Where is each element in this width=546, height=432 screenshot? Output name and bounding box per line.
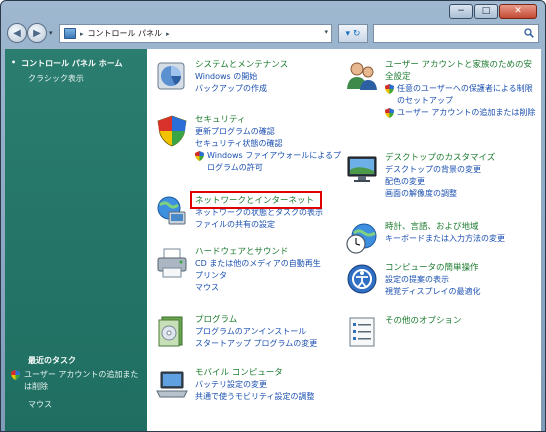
main-content: • コントロール パネル ホーム クラシック表示 最近のタスク ユーザー アカウ… xyxy=(5,49,541,431)
category-title[interactable]: その他のオプション xyxy=(385,315,462,327)
recent-task-add-remove-user[interactable]: ユーザー アカウントの追加または削除 xyxy=(11,369,143,393)
address-dropdown-icon[interactable]: ▾ xyxy=(324,28,328,36)
task-link[interactable]: 配色の変更 xyxy=(385,176,495,188)
task-link[interactable]: デスクトップの背景の変更 xyxy=(385,164,495,176)
users-icon[interactable] xyxy=(345,59,379,93)
search-icon[interactable] xyxy=(524,28,534,38)
classic-view-link[interactable]: クラシック表示 xyxy=(28,73,84,84)
uac-shield-icon xyxy=(195,151,204,161)
task-link[interactable]: 共通で使うモビリティ設定の調整 xyxy=(195,391,315,403)
category-title[interactable]: ユーザー アカウントと家族のための安全設定 xyxy=(385,59,535,83)
task-link-label: 任意のユーザーへの保護者による制限のセットアップ xyxy=(397,84,533,105)
task-link-with-shield[interactable]: Windows ファイアウォールによるプログラムの許可 xyxy=(195,150,342,174)
task-link[interactable]: マウス xyxy=(195,282,321,294)
minimize-button[interactable]: − xyxy=(449,4,473,19)
category-title[interactable]: セキュリティ xyxy=(195,114,342,126)
task-link[interactable]: スタートアップ プログラムの変更 xyxy=(195,338,317,350)
category-text: セキュリティ 更新プログラムの確認 セキュリティ状態の確認 Windows ファ… xyxy=(195,114,342,174)
category-title[interactable]: コンピュータの簡単操作 xyxy=(385,262,480,274)
task-link[interactable]: Windows の開始 xyxy=(195,71,288,83)
category-text: 時計、言語、および地域 キーボードまたは入力方法の変更 xyxy=(385,221,505,245)
category-title[interactable]: ハードウェアとサウンド xyxy=(195,246,321,258)
category-title[interactable]: デスクトップのカスタマイズ xyxy=(385,152,495,164)
programs-icon[interactable] xyxy=(155,314,189,348)
recent-pages-dropdown-icon[interactable]: ▾ xyxy=(49,29,53,37)
task-link[interactable]: 画面の解像度の調整 xyxy=(385,188,495,200)
category-text: モバイル コンピュータ バッテリ設定の変更 共通で使うモビリティ設定の調整 xyxy=(195,367,315,403)
uac-shield-icon xyxy=(11,370,20,380)
control-panel-icon xyxy=(64,28,76,39)
network-globe-icon[interactable] xyxy=(155,194,189,228)
sidebar: • コントロール パネル ホーム クラシック表示 最近のタスク ユーザー アカウ… xyxy=(5,49,147,431)
clock-globe-icon[interactable] xyxy=(345,221,379,255)
refresh-button[interactable]: ▾ ↻ xyxy=(338,24,368,43)
category-text: コンピュータの簡単操作 設定の提案の表示 視覚ディスプレイの最適化 xyxy=(385,262,480,298)
category-text: ハードウェアとサウンド CD または他のメディアの自動再生 プリンタ マウス xyxy=(195,246,321,294)
task-link[interactable]: セキュリティ状態の確認 xyxy=(195,138,342,150)
mobile-laptop-icon[interactable] xyxy=(155,367,189,401)
task-link[interactable]: CD または他のメディアの自動再生 xyxy=(195,258,321,270)
task-link[interactable]: バッテリ設定の変更 xyxy=(195,379,315,391)
maximize-button[interactable]: □ xyxy=(474,4,498,19)
category-text: ユーザー アカウントと家族のための安全設定 任意のユーザーへの保護者による制限の… xyxy=(385,59,537,119)
address-bar[interactable]: ▸ コントロール パネル ▸ ▾ xyxy=(59,24,332,43)
task-link[interactable]: ファイルの共有の設定 xyxy=(195,219,323,231)
task-link[interactable]: バックアップの作成 xyxy=(195,83,288,95)
close-button[interactable]: ✕ xyxy=(499,4,537,19)
recent-task-mouse[interactable]: マウス xyxy=(28,399,52,410)
category-title[interactable]: プログラム xyxy=(195,314,317,326)
control-panel-window: − □ ✕ ◀ ▶ ▾ ▸ コントロール パネル ▸ ▾ ▾ ↻ • コントロー… xyxy=(0,0,546,432)
task-link[interactable]: 視覚ディスプレイの最適化 xyxy=(385,286,480,298)
category-text: システムとメンテナンス Windows の開始 バックアップの作成 xyxy=(195,59,288,95)
recent-tasks-heading: 最近のタスク xyxy=(28,356,76,365)
ease-of-access-icon[interactable] xyxy=(345,262,379,296)
category-title[interactable]: モバイル コンピュータ xyxy=(195,367,315,379)
breadcrumb-separator-icon[interactable]: ▸ xyxy=(80,30,84,38)
category-title[interactable]: システムとメンテナンス xyxy=(195,59,288,71)
sidebar-home-label: コントロール パネル ホーム xyxy=(21,59,123,68)
category-text: プログラム プログラムのアンインストール スタートアップ プログラムの変更 xyxy=(195,314,317,350)
recent-task-label: ユーザー アカウントの追加または削除 xyxy=(24,370,139,391)
category-text: その他のオプション xyxy=(385,315,462,327)
desktop-icon[interactable] xyxy=(345,152,379,186)
task-link[interactable]: 更新プログラムの確認 xyxy=(195,126,342,138)
breadcrumb-control-panel[interactable]: コントロール パネル xyxy=(88,28,163,39)
task-link-with-shield[interactable]: ユーザー アカウントの追加または削除 xyxy=(385,107,537,119)
caption-buttons: − □ ✕ xyxy=(449,4,537,19)
security-shield-icon[interactable] xyxy=(155,114,189,148)
highlight-box xyxy=(190,191,322,209)
search-input[interactable] xyxy=(373,24,539,43)
breadcrumb-separator-icon[interactable]: ▸ xyxy=(166,30,170,38)
hardware-printer-icon[interactable] xyxy=(155,246,189,280)
task-link[interactable]: プリンタ xyxy=(195,270,321,282)
back-button[interactable]: ◀ xyxy=(7,23,27,43)
system-pie-icon[interactable] xyxy=(155,59,189,93)
task-link-with-shield[interactable]: 任意のユーザーへの保護者による制限のセットアップ xyxy=(385,83,537,107)
uac-shield-icon xyxy=(385,84,394,94)
forward-button[interactable]: ▶ xyxy=(27,23,47,43)
navigation-bar: ◀ ▶ ▾ ▸ コントロール パネル ▸ ▾ ▾ ↻ xyxy=(5,21,541,47)
task-link-label: ユーザー アカウントの追加または削除 xyxy=(397,108,536,117)
sidebar-home-link[interactable]: • コントロール パネル ホーム xyxy=(11,58,122,69)
task-link[interactable]: 設定の提案の表示 xyxy=(385,274,480,286)
task-link[interactable]: キーボードまたは入力方法の変更 xyxy=(385,233,505,245)
category-title[interactable]: 時計、言語、および地域 xyxy=(385,221,505,233)
task-link-label: Windows ファイアウォールによるプログラムの許可 xyxy=(207,151,342,172)
category-text: デスクトップのカスタマイズ デスクトップの背景の変更 配色の変更 画面の解像度の… xyxy=(385,152,495,200)
uac-shield-icon xyxy=(385,108,394,118)
task-link[interactable]: プログラムのアンインストール xyxy=(195,326,317,338)
bullet-icon: • xyxy=(11,58,17,67)
other-options-icon[interactable] xyxy=(345,315,379,349)
